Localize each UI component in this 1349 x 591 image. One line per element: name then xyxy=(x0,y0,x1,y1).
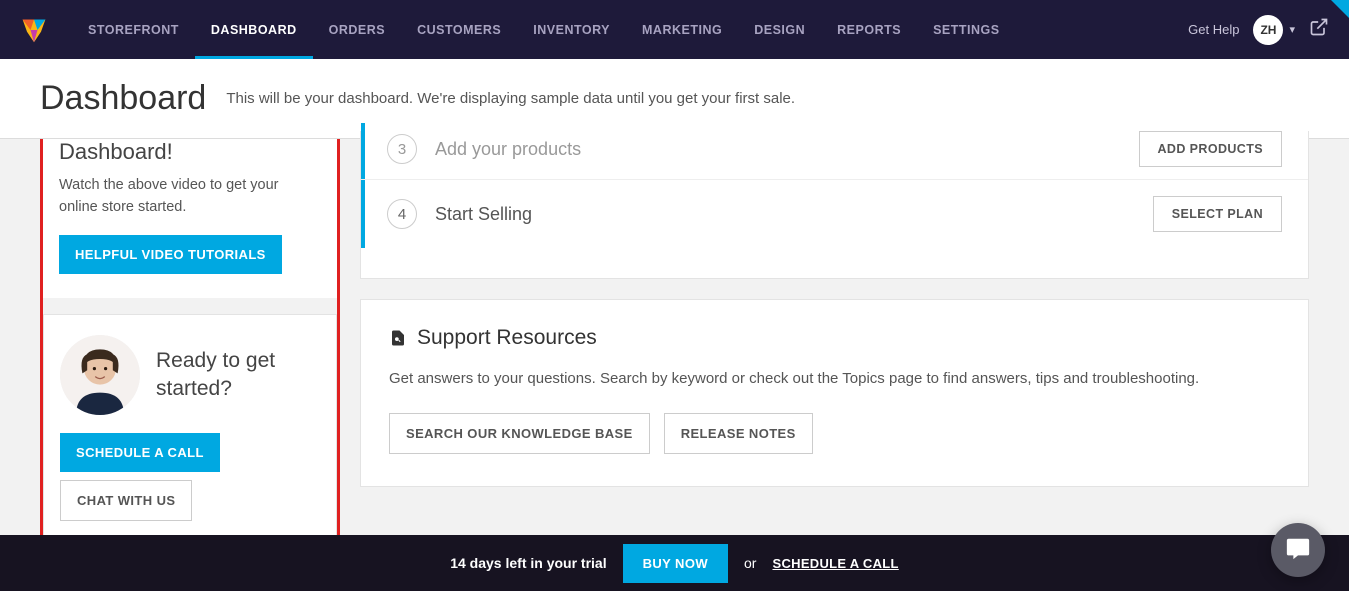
nav-customers[interactable]: CUSTOMERS xyxy=(401,0,517,59)
right-column: 3 Add your products ADD PRODUCTS 4 Start… xyxy=(360,139,1309,549)
nav-reports[interactable]: REPORTS xyxy=(821,0,917,59)
setup-steps-card: 3 Add your products ADD PRODUCTS 4 Start… xyxy=(360,131,1309,279)
external-link-icon[interactable] xyxy=(1309,17,1329,42)
welcome-card: Dashboard! Watch the above video to get … xyxy=(43,139,337,298)
ready-card: Ready to get started? SCHEDULE A CALL CH… xyxy=(43,314,337,546)
helpful-video-tutorials-button[interactable]: HELPFUL VIDEO TUTORIALS xyxy=(59,235,282,274)
nav-settings[interactable]: SETTINGS xyxy=(917,0,1016,59)
step-label: Start Selling xyxy=(435,204,1153,225)
chat-launcher[interactable] xyxy=(1271,523,1325,577)
search-knowledge-base-button[interactable]: SEARCH OUR KNOWLEDGE BASE xyxy=(389,413,650,454)
welcome-heading: Dashboard! xyxy=(59,139,321,165)
chat-icon xyxy=(1285,535,1311,566)
brand-logo[interactable] xyxy=(20,16,48,44)
top-navigation: STOREFRONT DASHBOARD ORDERS CUSTOMERS IN… xyxy=(0,0,1349,59)
page-subtitle: This will be your dashboard. We're displ… xyxy=(226,90,795,107)
release-notes-button[interactable]: RELEASE NOTES xyxy=(664,413,813,454)
step-number: 3 xyxy=(387,134,417,164)
step-label: Add your products xyxy=(435,139,1139,160)
buy-now-button[interactable]: BUY NOW xyxy=(623,544,728,583)
select-plan-button[interactable]: SELECT PLAN xyxy=(1153,196,1282,232)
support-description: Get answers to your questions. Search by… xyxy=(389,368,1280,391)
nav-dashboard[interactable]: DASHBOARD xyxy=(195,0,313,59)
get-help-link[interactable]: Get Help xyxy=(1188,22,1239,37)
nav-right: Get Help ZH ▾ xyxy=(1188,15,1329,45)
footer-or-text: or xyxy=(744,555,756,571)
step-3-row: 3 Add your products ADD PRODUCTS xyxy=(361,131,1308,179)
add-products-button[interactable]: ADD PRODUCTS xyxy=(1139,131,1283,167)
left-column: Dashboard! Watch the above video to get … xyxy=(40,139,340,549)
step-number: 4 xyxy=(387,199,417,229)
corner-accent xyxy=(1331,0,1349,18)
avatar-initials: ZH xyxy=(1253,15,1283,45)
main-content: Dashboard! Watch the above video to get … xyxy=(0,139,1349,569)
support-search-icon xyxy=(389,329,407,347)
highlighted-region: Dashboard! Watch the above video to get … xyxy=(40,139,340,549)
user-menu[interactable]: ZH ▾ xyxy=(1253,15,1295,45)
support-resources-card: Support Resources Get answers to your qu… xyxy=(360,299,1309,487)
step-4-row: 4 Start Selling SELECT PLAN xyxy=(361,179,1308,248)
trial-days-text: 14 days left in your trial xyxy=(450,555,606,571)
page-title: Dashboard xyxy=(40,79,206,118)
welcome-text: Watch the above video to get your online… xyxy=(59,175,321,219)
nav-design[interactable]: DESIGN xyxy=(738,0,821,59)
schedule-call-button[interactable]: SCHEDULE A CALL xyxy=(60,433,220,472)
support-agent-photo xyxy=(60,335,140,415)
nav-items: STOREFRONT DASHBOARD ORDERS CUSTOMERS IN… xyxy=(72,0,1016,59)
footer-schedule-call-link[interactable]: SCHEDULE A CALL xyxy=(772,556,898,571)
ready-heading: Ready to get started? xyxy=(156,347,320,402)
nav-orders[interactable]: ORDERS xyxy=(313,0,401,59)
support-title: Support Resources xyxy=(417,326,597,350)
chat-with-us-button[interactable]: CHAT WITH US xyxy=(60,480,192,521)
nav-inventory[interactable]: INVENTORY xyxy=(517,0,626,59)
nav-marketing[interactable]: MARKETING xyxy=(626,0,738,59)
nav-storefront[interactable]: STOREFRONT xyxy=(72,0,195,59)
chevron-down-icon: ▾ xyxy=(1289,23,1295,36)
page-header: Dashboard This will be your dashboard. W… xyxy=(0,59,1349,139)
trial-footer-bar: 14 days left in your trial BUY NOW or SC… xyxy=(0,535,1349,591)
